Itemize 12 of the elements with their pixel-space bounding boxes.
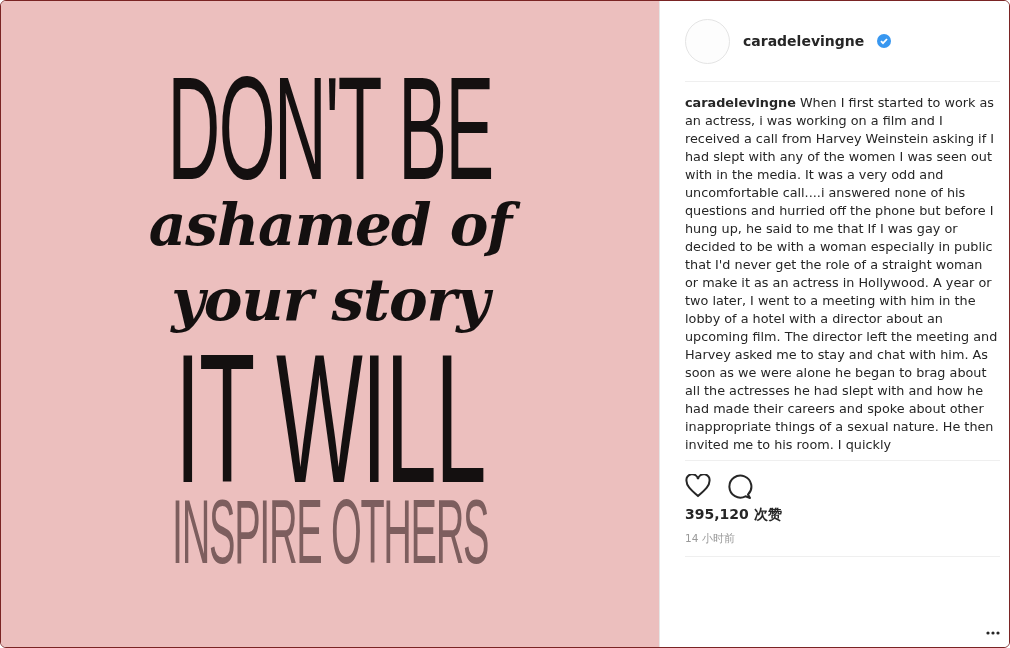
quote-text: ashamed of	[134, 187, 526, 264]
like-count[interactable]: 395,120 次赞	[685, 506, 1000, 524]
more-options-icon[interactable]	[986, 631, 1000, 635]
quote-text: IT WILL	[175, 344, 485, 492]
quote-text: DON'T BE	[167, 71, 493, 188]
heart-icon[interactable]	[685, 474, 711, 498]
username[interactable]: caradelevingne	[743, 33, 865, 49]
quote-text: INSPIRE OTHERS	[171, 495, 489, 568]
comment-icon[interactable]	[727, 474, 753, 500]
post-time: 14 小时前	[685, 532, 736, 546]
quote-text: your story	[157, 263, 503, 339]
post-caption: caradelevingne When I first started to work as an actress, i was working on a film and I received a call from Harvey Weinstein asking if I had slept with any of the women I was seen out with in the media. It was a very odd and uncomfortable call....i answered none of his questions and hurried off the phone but before I hung up, he said to me that If I was gay or decided to be with a woman especially in public that I'd never get the role of a straight woman or make it as an actress in Hollywood. A year or two later, I went to a meeting with him in the lobby of a hotel with a director about an upcoming film. The director left the meeting and Harvey asked me to stay and chat with him. As soon as we were alone he began to brag about all the actresses he had slept with and how he had made their careers and spoke about other inappropriate things of a sexual nature. He then invited me to his room. I quickly	[685, 94, 998, 454]
